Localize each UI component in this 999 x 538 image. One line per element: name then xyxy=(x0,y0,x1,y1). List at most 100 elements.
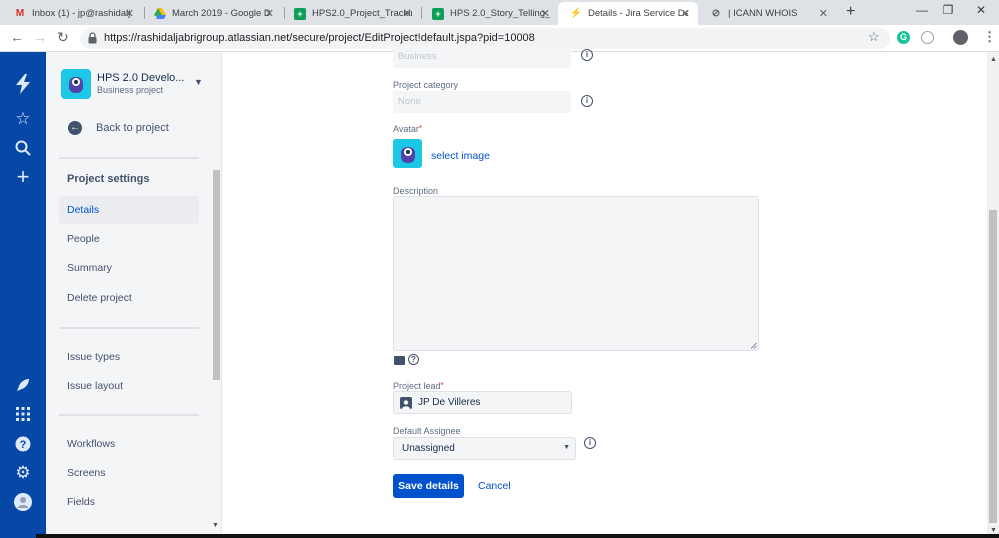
close-icon[interactable]: ✕ xyxy=(265,7,274,20)
close-icon[interactable]: ✕ xyxy=(819,7,828,20)
sheets-icon: + xyxy=(432,7,444,20)
required-mark: * xyxy=(418,124,422,133)
dropdown-caret-icon: ▼ xyxy=(563,444,570,451)
cancel-link[interactable]: Cancel xyxy=(478,480,511,492)
project-lead-label: Project lead* xyxy=(393,381,444,391)
bookmark-star-icon[interactable]: ☆ xyxy=(868,29,880,45)
tab-title: | ICANN WHOIS xyxy=(728,8,798,19)
tab-story-telling[interactable]: + HPS 2.0_Story_Telling_R ✕ xyxy=(420,2,558,25)
close-icon[interactable]: ✕ xyxy=(125,7,134,20)
description-label: Description xyxy=(393,186,439,196)
tab-title: HPS 2.0_Story_Telling_R xyxy=(450,8,550,19)
taskbar-edge xyxy=(36,534,999,538)
back-to-project-link[interactable]: ← Back to project xyxy=(68,121,169,135)
project-type: Business project xyxy=(97,85,164,95)
app-switcher-icon[interactable] xyxy=(13,404,33,424)
project-lead-value: JP De Villeres xyxy=(418,397,481,408)
avatar-label: Avatar* xyxy=(393,124,422,134)
reload-icon[interactable]: ↻ xyxy=(57,29,69,46)
extension-icon[interactable] xyxy=(921,31,934,44)
project-avatar[interactable] xyxy=(61,69,91,99)
select-image-link[interactable]: select image xyxy=(431,150,490,162)
monster-avatar-icon xyxy=(69,77,83,93)
close-icon[interactable]: ✕ xyxy=(541,7,550,20)
sidebar-item-summary[interactable]: Summary xyxy=(59,254,199,282)
project-details-form: Business i Project category None i Avata… xyxy=(222,46,987,538)
user-icon xyxy=(400,396,412,409)
url-text: https://rashidaljabrigroup.atlassian.net… xyxy=(104,32,535,44)
project-lead-field[interactable]: JP De Villeres xyxy=(393,391,572,414)
chevron-down-icon[interactable]: ▼ xyxy=(194,77,203,87)
resize-handle-icon[interactable] xyxy=(750,342,757,349)
scroll-down-arrow-icon[interactable]: ▼ xyxy=(212,522,219,529)
star-icon[interactable]: ☆ xyxy=(13,109,33,129)
sidebar-item-screens[interactable]: Screens xyxy=(59,459,199,487)
tab-icann-whois[interactable]: ⊘ | ICANN WHOIS ✕ xyxy=(698,2,836,25)
drive-icon xyxy=(154,8,166,20)
sidebar-item-delete-project[interactable]: Delete project xyxy=(59,284,199,312)
create-plus-icon[interactable]: + xyxy=(13,164,33,189)
help-icon[interactable]: ? xyxy=(408,354,419,365)
sidebar-item-details[interactable]: Details xyxy=(59,196,199,224)
settings-gear-icon[interactable]: ⚙ xyxy=(13,463,33,483)
help-icon[interactable]: ? xyxy=(13,434,33,454)
project-sidebar: HPS 2.0 Develo... Business project ▼ ← B… xyxy=(46,52,222,538)
scroll-down-arrow-icon[interactable]: ▼ xyxy=(990,527,997,534)
jira-icon: ⚡ xyxy=(569,8,583,19)
text-mode-icon[interactable] xyxy=(394,356,405,365)
project-name[interactable]: HPS 2.0 Develo... xyxy=(97,72,187,84)
tab-google-drive[interactable]: March 2019 - Google D ✕ xyxy=(142,2,282,25)
scroll-up-arrow-icon[interactable]: ▲ xyxy=(990,56,997,63)
new-tab-button[interactable]: + xyxy=(846,3,855,21)
kebab-menu-icon[interactable]: ⋮ xyxy=(983,29,996,45)
default-assignee-label: Default Assignee xyxy=(393,426,461,436)
grammarly-icon[interactable]: G xyxy=(897,31,910,44)
page-scrollbar[interactable]: ▲ ▼ xyxy=(987,52,999,538)
svg-text:?: ? xyxy=(20,439,27,451)
save-details-button[interactable]: Save details xyxy=(393,474,464,498)
tab-project-tracking[interactable]: + HPS2.0_Project_Tracking ✕ xyxy=(282,2,420,25)
forward-arrow-icon[interactable]: → xyxy=(33,29,47,45)
sidebar-item-people[interactable]: People xyxy=(59,225,199,253)
jira-logo-icon[interactable] xyxy=(13,74,33,94)
tab-gmail[interactable]: M Inbox (1) - jp@rashidalj ✕ xyxy=(2,2,142,25)
info-icon[interactable]: i xyxy=(581,49,593,61)
sidebar-scrollbar-thumb[interactable] xyxy=(213,170,220,380)
tab-title: Details - Jira Service De xyxy=(588,8,688,19)
window-close-icon[interactable]: ✕ xyxy=(958,3,999,17)
sidebar-item-workflows[interactable]: Workflows xyxy=(59,430,199,458)
close-icon[interactable]: ✕ xyxy=(681,7,690,20)
project-avatar-image[interactable] xyxy=(393,139,422,168)
info-icon[interactable]: i xyxy=(584,437,596,449)
info-icon[interactable]: i xyxy=(581,95,593,107)
sidebar-item-issue-layout[interactable]: Issue layout xyxy=(59,372,199,400)
default-assignee-value: Unassigned xyxy=(402,443,455,454)
sidebar-item-issue-types[interactable]: Issue types xyxy=(59,343,199,371)
rocket-icon[interactable] xyxy=(13,375,33,395)
tab-title: March 2019 - Google D xyxy=(172,8,271,19)
lock-icon xyxy=(88,32,97,44)
project-category-field: None xyxy=(393,91,571,113)
sidebar-divider xyxy=(59,157,199,159)
description-textarea[interactable] xyxy=(393,196,759,351)
tab-title: Inbox (1) - jp@rashidalj xyxy=(32,8,131,19)
project-lead-label-text: Project lead xyxy=(393,381,441,391)
back-to-project-label: Back to project xyxy=(96,122,169,134)
close-icon[interactable]: ✕ xyxy=(403,7,412,20)
browser-tab-bar: M Inbox (1) - jp@rashidalj ✕ March 2019 … xyxy=(0,0,999,25)
page-scrollbar-thumb[interactable] xyxy=(989,210,997,523)
default-assignee-select[interactable]: Unassigned ▼ xyxy=(393,437,576,460)
profile-avatar[interactable] xyxy=(953,30,968,45)
user-avatar-icon[interactable] xyxy=(13,492,33,512)
required-mark: * xyxy=(440,381,444,390)
back-arrow-icon[interactable]: ← xyxy=(10,29,24,45)
avatar-label-text: Avatar xyxy=(393,124,419,134)
global-navigation: ☆ + ? ⚙ xyxy=(0,52,46,538)
arrow-left-icon: ← xyxy=(68,121,82,135)
sidebar-item-fields[interactable]: Fields xyxy=(59,488,199,516)
search-icon[interactable] xyxy=(13,138,33,158)
tab-jira-details[interactable]: ⚡ Details - Jira Service De ✕ xyxy=(558,2,698,25)
whois-icon: ⊘ xyxy=(711,8,721,19)
tab-title: HPS2.0_Project_Tracking xyxy=(312,8,412,19)
sidebar-heading: Project settings xyxy=(67,173,150,185)
